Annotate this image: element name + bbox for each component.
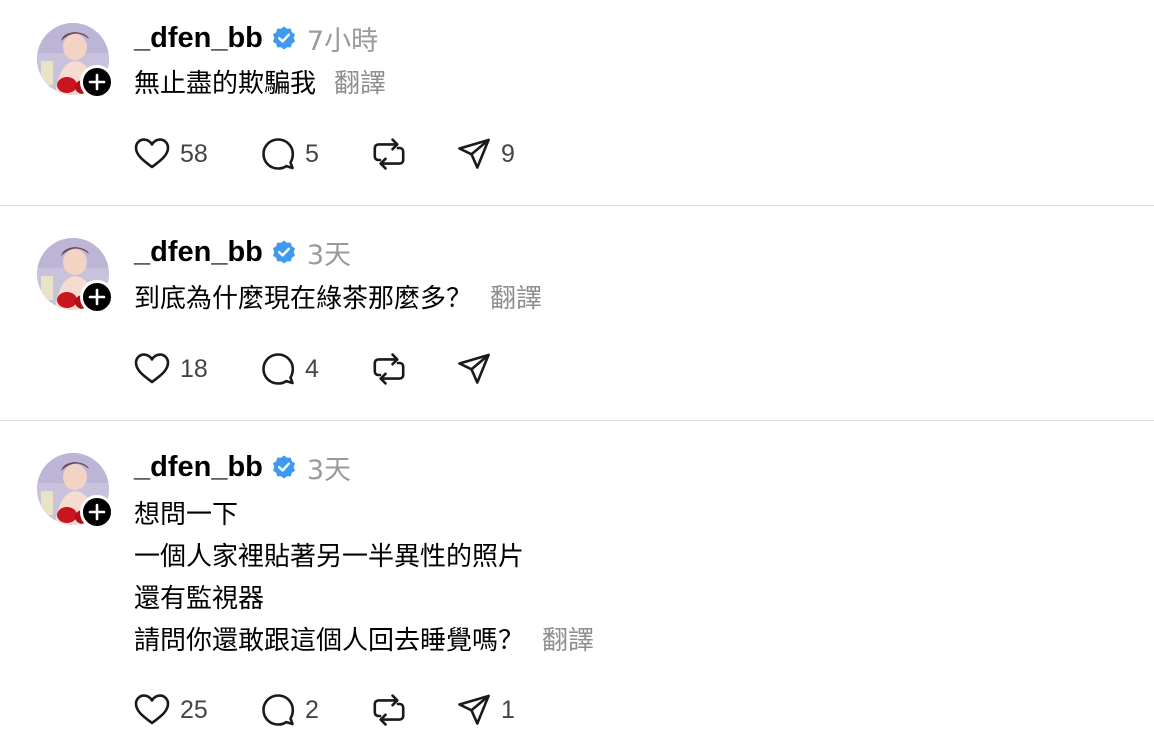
username[interactable]: _dfen_bb [134,236,263,269]
post-text-line: 請問你還敢跟這個人回去睡覺嗎？ 翻譯 [134,620,594,662]
post-text-line: 到底為什麼現在綠茶那麼多？ 翻譯 [134,278,542,320]
post: _dfen_bb 3天 想問一下 一個人家裡貼著另一半異性的照片 還有監視器 請… [0,421,1154,736]
heart-icon [134,138,170,169]
translate-link[interactable]: 翻譯 [542,626,594,656]
post-text: 到底為什麼現在綠茶那麼多？ [134,284,473,314]
like-button[interactable]: 25 [133,692,260,728]
action-bar: 18 4 [133,351,492,387]
plus-icon [88,288,106,306]
post-timestamp: 3天 [306,239,352,271]
username[interactable]: _dfen_bb [134,22,263,55]
verified-badge-icon [271,25,297,51]
post-text: 無止盡的欺騙我 [134,69,317,99]
post-header: _dfen_bb 3天 [134,449,352,486]
verified-badge-icon [271,239,297,265]
comment-bubble-icon [262,694,295,726]
action-bar: 58 5 9 [133,136,515,172]
post-header: _dfen_bb 7小時 [134,20,379,57]
translate-link[interactable]: 翻譯 [334,69,386,99]
repost-button[interactable] [371,351,456,387]
like-button[interactable]: 58 [133,136,260,172]
post-text-line: 還有監視器 [134,584,265,614]
plus-icon [88,73,106,91]
post-text-line: 想問一下 [134,500,239,530]
heart-icon [134,353,170,384]
share-button[interactable]: 9 [456,136,515,172]
reply-count: 2 [305,695,319,724]
post-timestamp: 7小時 [306,25,379,57]
send-icon [458,138,490,169]
post-timestamp: 3天 [306,454,352,486]
share-button[interactable]: 1 [456,692,515,728]
follow-button[interactable] [80,65,114,99]
translate-link[interactable]: 翻譯 [490,284,542,314]
post-body: 想問一下 一個人家裡貼著另一半異性的照片 還有監視器 請問你還敢跟這個人回去睡覺… [134,494,594,662]
post-text: 請問你還敢跟這個人回去睡覺嗎？ [134,626,525,656]
repost-icon [373,694,405,726]
reply-button[interactable]: 2 [260,692,371,728]
like-count: 58 [180,139,208,168]
action-bar: 25 2 1 [133,692,515,728]
share-button[interactable] [456,351,492,387]
like-count: 18 [180,354,208,383]
repost-icon [373,138,405,170]
repost-button[interactable] [371,136,456,172]
reply-button[interactable]: 4 [260,351,371,387]
follow-button[interactable] [80,280,114,314]
share-count: 9 [501,139,515,168]
comment-bubble-icon [262,353,295,385]
post-header: _dfen_bb 3天 [134,234,352,271]
reply-count: 5 [305,139,319,168]
heart-icon [134,694,170,725]
plus-icon [88,503,106,521]
repost-button[interactable] [371,692,456,728]
verified-badge-icon [271,454,297,480]
send-icon [458,353,490,384]
avatar-container[interactable] [37,23,114,99]
avatar-container[interactable] [37,238,114,314]
post: _dfen_bb 3天 到底為什麼現在綠茶那麼多？ 翻譯 18 4 [0,206,1154,420]
repost-icon [373,353,405,385]
reply-count: 4 [305,354,319,383]
reply-button[interactable]: 5 [260,136,371,172]
comment-bubble-icon [262,138,295,170]
threads-feed: _dfen_bb 7小時 無止盡的欺騙我 翻譯 58 5 9 _dfen_bb … [0,0,1154,736]
post: _dfen_bb 7小時 無止盡的欺騙我 翻譯 58 5 9 [0,0,1154,205]
follow-button[interactable] [80,495,114,529]
share-count: 1 [501,695,515,724]
post-text-line: 一個人家裡貼著另一半異性的照片 [134,542,525,572]
post-body: 無止盡的欺騙我 翻譯 [134,63,386,105]
username[interactable]: _dfen_bb [134,451,263,484]
like-count: 25 [180,695,208,724]
post-body: 到底為什麼現在綠茶那麼多？ 翻譯 [134,278,542,320]
post-text-line: 無止盡的欺騙我 翻譯 [134,63,386,105]
avatar-container[interactable] [37,453,114,529]
like-button[interactable]: 18 [133,351,260,387]
send-icon [458,694,490,725]
